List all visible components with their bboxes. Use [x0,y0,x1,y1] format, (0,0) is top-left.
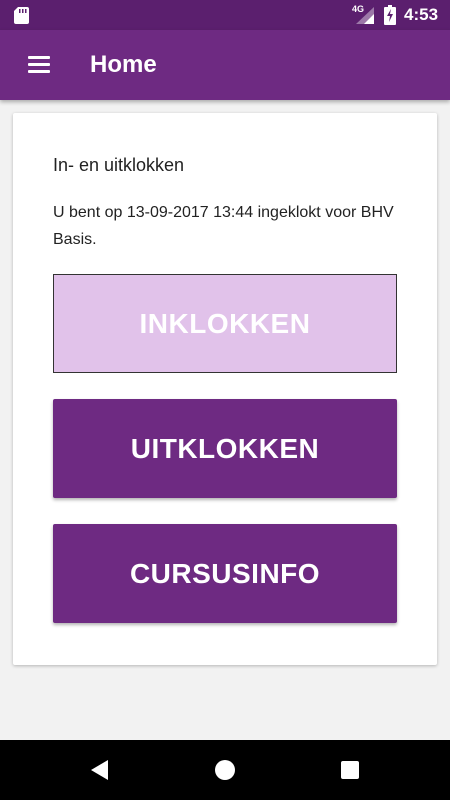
sd-card-icon [14,7,29,24]
hamburger-menu-icon[interactable] [20,50,60,80]
clock-status-text: U bent op 13-09-2017 13:44 ingeklokt voo… [53,204,394,248]
status-bar: 4G 4:53 [0,0,450,30]
clock-out-button[interactable]: UITKLOKKEN [53,399,397,498]
home-icon[interactable] [214,759,236,781]
signal-icon [356,7,374,24]
course-info-button[interactable]: CURSUSINFO [53,524,397,623]
clock-in-button[interactable]: INKLOKKEN [53,274,397,373]
clock-card: In- en uitklokken U bent op 13-09-2017 1… [13,113,437,665]
navigation-bar [0,740,450,800]
page-title: Home [90,51,157,78]
status-clock: 4:53 [404,5,439,24]
back-icon[interactable] [88,758,110,782]
card-title: In- en uitklokken [53,155,185,175]
app-bar: Home [0,30,450,100]
battery-charging-icon [384,5,396,25]
recents-icon[interactable] [340,760,360,780]
